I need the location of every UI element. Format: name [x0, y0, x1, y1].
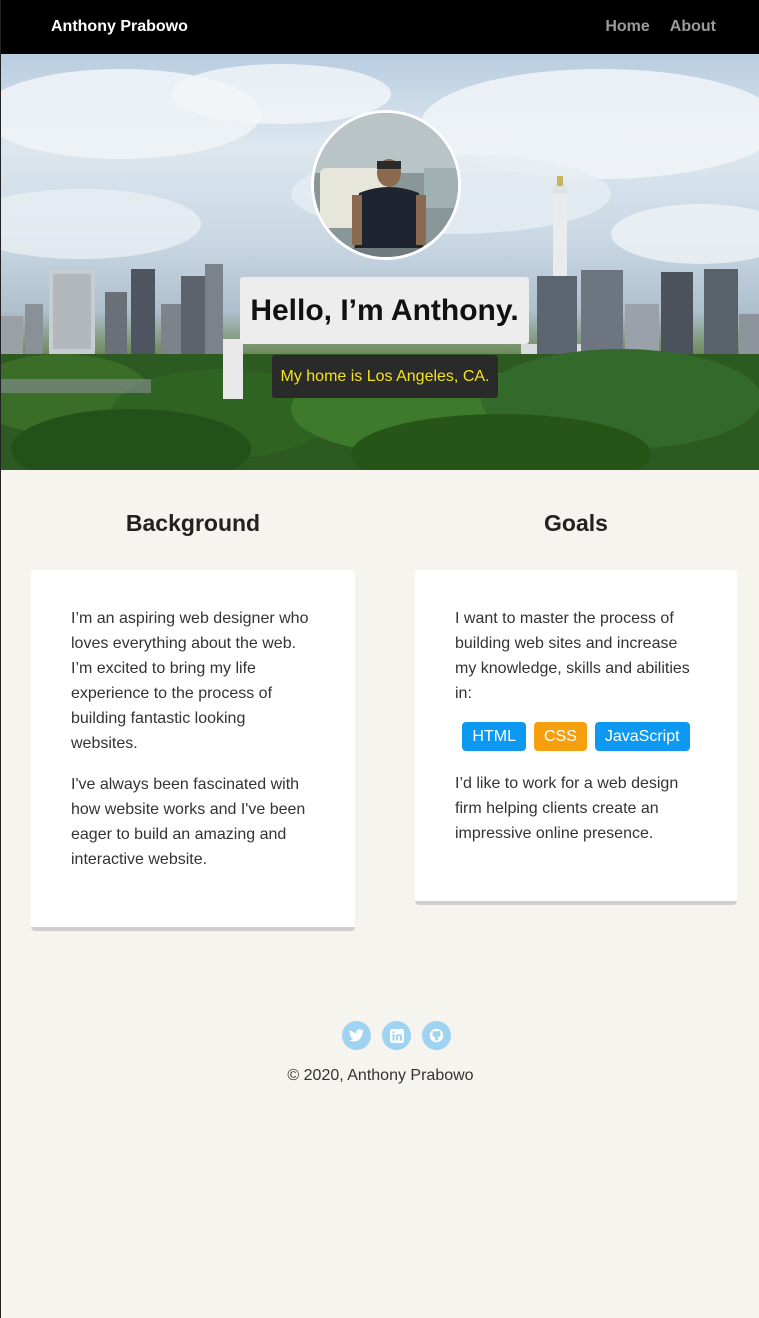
- goals-outro: I’d like to work for a web design firm h…: [455, 775, 679, 842]
- goals-intro: I want to master the process of building…: [455, 610, 690, 702]
- background-heading: Background: [125, 510, 261, 536]
- hero-title: Hello, I’m Anthony.: [240, 277, 529, 344]
- linkedin-icon: [389, 1028, 404, 1043]
- background-paragraph: I've always been fascinated with how web…: [71, 776, 306, 868]
- linkedin-link[interactable]: [382, 1021, 411, 1050]
- tag-css: CSS: [533, 722, 587, 751]
- nav-links: Home About: [605, 18, 716, 36]
- hero-subtitle: My home is Los Angeles, CA.: [272, 355, 498, 398]
- background-paragraph: I’m an aspiring web designer who loves e…: [71, 610, 309, 752]
- tag-html: HTML: [462, 722, 526, 751]
- hero-section: Hello, I’m Anthony. My home is Los Angel…: [1, 54, 759, 470]
- content-section: Background Goals I’m an aspiring web des…: [1, 470, 759, 1030]
- github-link[interactable]: [422, 1021, 451, 1050]
- github-icon: [429, 1028, 444, 1043]
- social-links: [342, 1021, 451, 1050]
- skill-tags: HTML CSS JavaScript: [455, 722, 697, 751]
- profile-photo: [314, 113, 458, 257]
- nav-link-home[interactable]: Home: [605, 18, 649, 36]
- nav-link-about[interactable]: About: [670, 18, 716, 36]
- navbar: Anthony Prabowo Home About: [1, 0, 759, 54]
- profile-avatar: [311, 110, 461, 260]
- goals-heading: Goals: [544, 510, 608, 536]
- twitter-link[interactable]: [342, 1021, 371, 1050]
- twitter-icon: [349, 1029, 364, 1042]
- tag-javascript: JavaScript: [594, 722, 690, 751]
- copyright-text: © 2020, Anthony Prabowo: [287, 1067, 474, 1084]
- background-card: I’m an aspiring web designer who loves e…: [31, 570, 355, 931]
- brand-name[interactable]: Anthony Prabowo: [51, 18, 188, 36]
- goals-card: I want to master the process of building…: [415, 570, 737, 905]
